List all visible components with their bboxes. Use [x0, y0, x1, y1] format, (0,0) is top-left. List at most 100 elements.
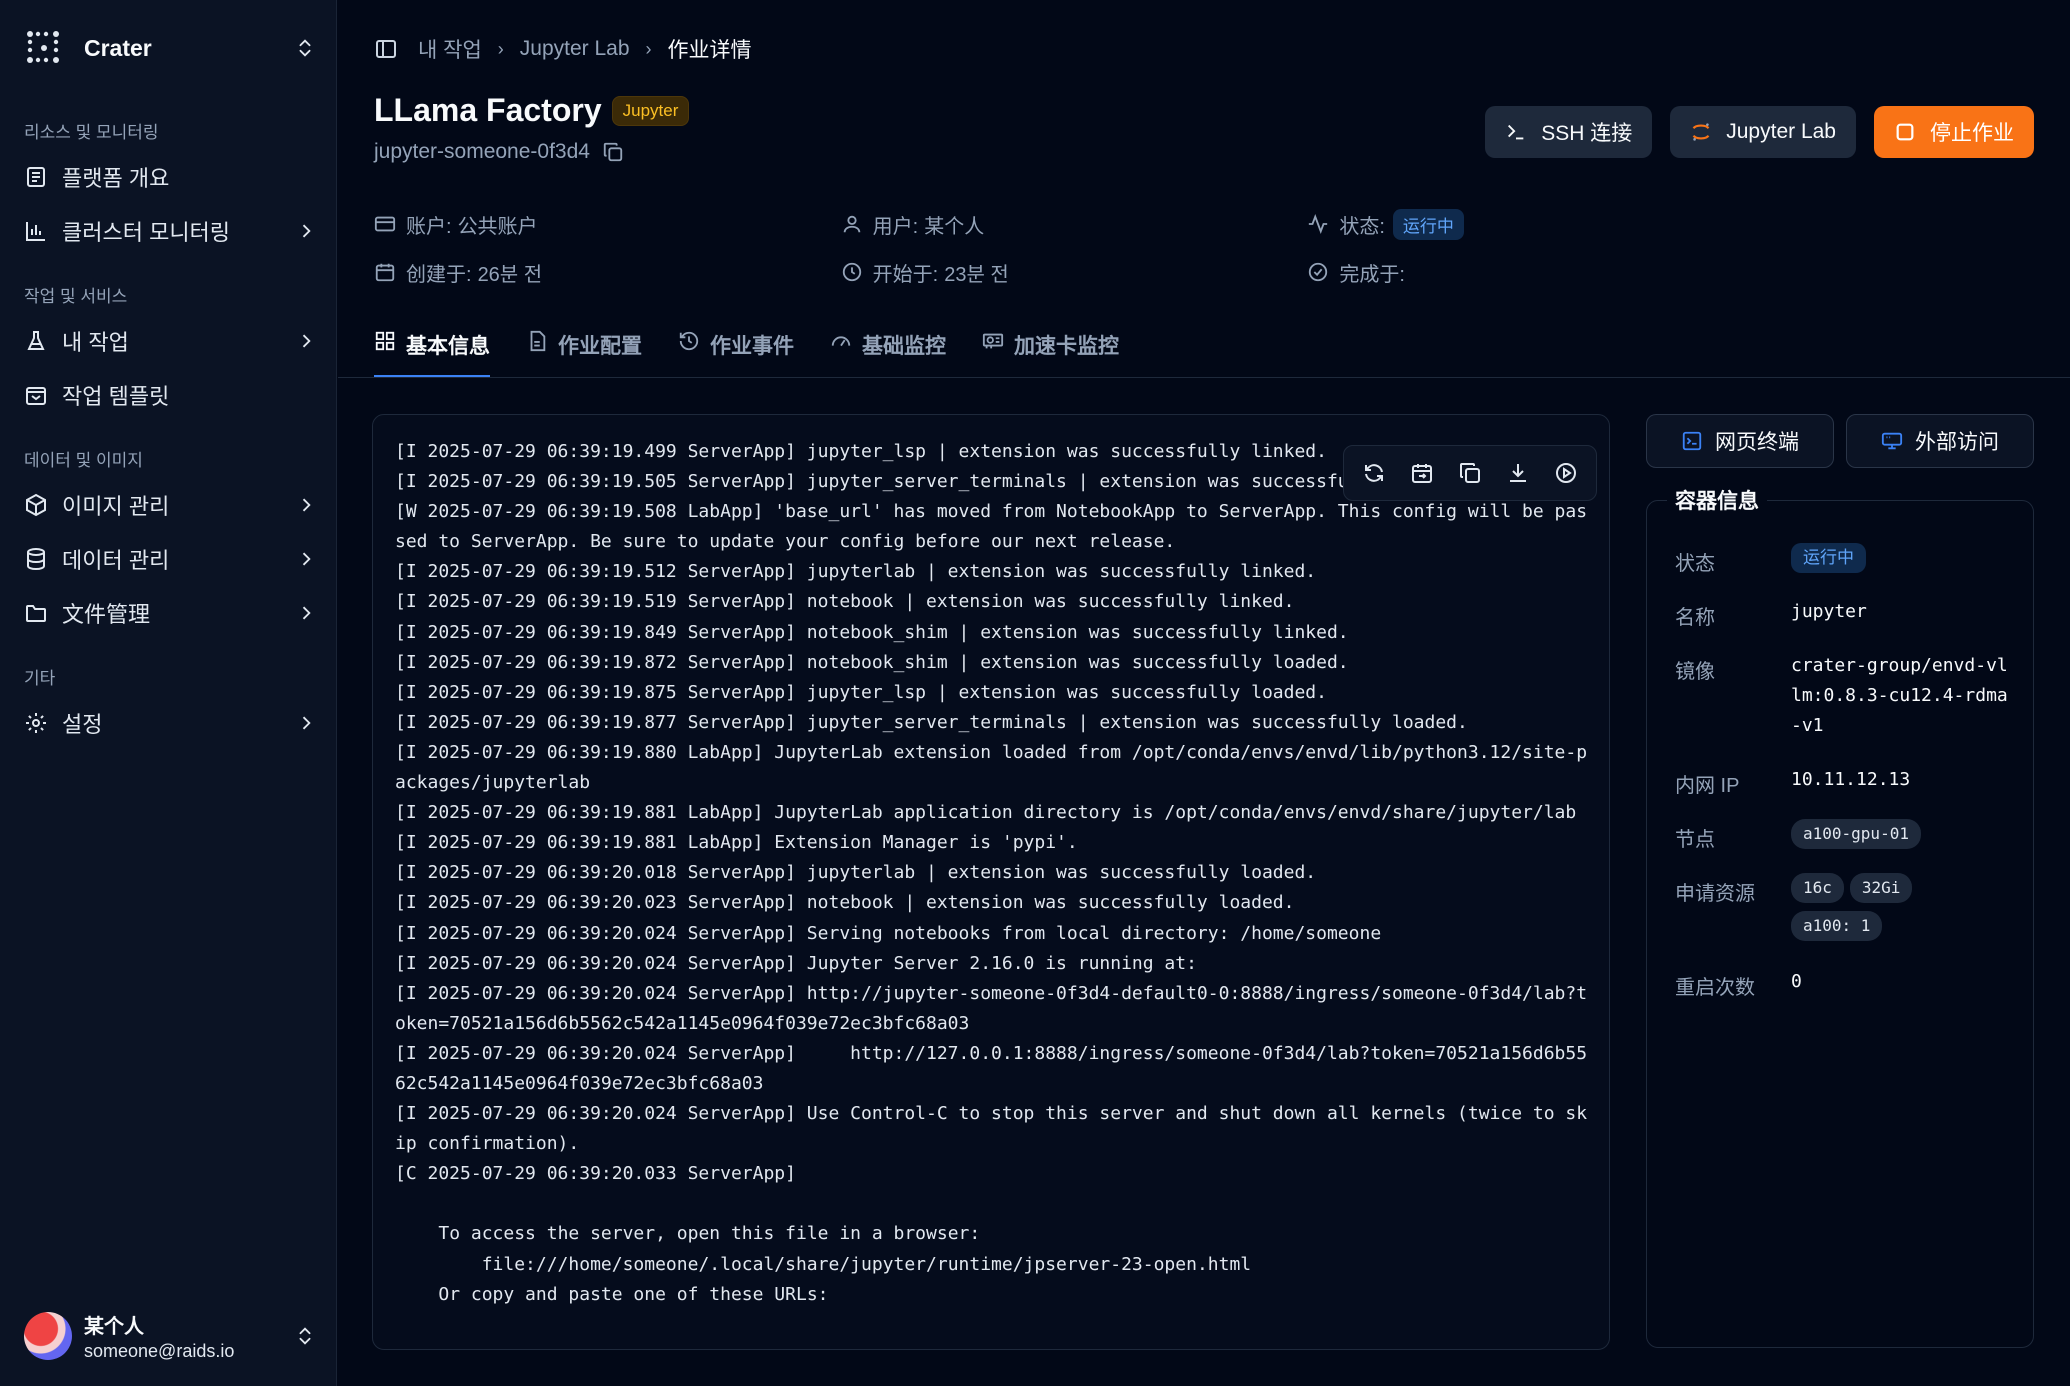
meta-user: 用户: 某个人 [841, 210, 1308, 239]
tab-basic-monitoring[interactable]: 基础监控 [830, 330, 946, 378]
sidebar-item-image-management[interactable]: 이미지 관리 [24, 478, 316, 532]
bar-chart-icon [26, 222, 45, 241]
chevron-right-icon [302, 552, 311, 566]
sidebar-item-my-jobs[interactable]: 내 작업 [24, 314, 316, 368]
ssh-connect-button[interactable]: SSH 连接 [1485, 106, 1653, 158]
database-icon [27, 548, 45, 571]
sidebar-item-label: 작업 템플릿 [62, 384, 170, 409]
sidebar-item-label: 이미지 관리 [62, 494, 170, 519]
container-info-title: 容器信息 [1667, 485, 1767, 515]
web-terminal-button[interactable]: 网页终端 [1646, 414, 1834, 468]
tab-job-events[interactable]: 作业事件 [678, 330, 794, 378]
meta-created-label: 创建于: [406, 263, 472, 286]
log-viewer[interactable]: [I 2025-07-29 06:39:19.499 ServerApp] ju… [372, 414, 1610, 1350]
meta-finished: 完成于: [1307, 258, 1774, 287]
container-node-row: 节点 a100-gpu-01 [1675, 819, 2015, 857]
user-icon [843, 215, 860, 233]
copy-icon[interactable] [602, 141, 624, 163]
sidebar-item-platform-overview[interactable]: 플랫폼 개요 [24, 150, 316, 204]
sidebar-item-file-management[interactable]: 文件管理 [24, 586, 316, 640]
sidebar-item-label: 설정 [62, 712, 103, 737]
gpu-card-icon [982, 333, 1004, 349]
container-restarts-row: 重启次数 0 [1675, 967, 2015, 1000]
group-title-jobs: 작업 및 서비스 [24, 287, 128, 306]
jupyter-lab-button[interactable]: Jupyter Lab [1670, 106, 1856, 158]
stop-square-icon [1896, 123, 1914, 141]
chevrons-up-down-icon [299, 1327, 311, 1345]
copy-icon[interactable] [1458, 461, 1482, 485]
container-ip-value: 10.11.12.13 [1791, 769, 1911, 790]
play-circle-icon[interactable] [1554, 461, 1578, 485]
status-badge: 运行中 [1791, 543, 1866, 573]
sidebar-item-label: 내 작업 [62, 330, 129, 355]
tab-basic-info[interactable]: 基本信息 [374, 330, 490, 378]
sidebar-item-job-templates[interactable]: 작업 템플릿 [24, 368, 316, 422]
log-content: [I 2025-07-29 06:39:19.499 ServerApp] ju… [395, 441, 1588, 1305]
brand-switcher[interactable]: Crater [24, 24, 316, 72]
tab-label: 加速卡监控 [1014, 335, 1119, 358]
sidebar-item-data-management[interactable]: 데이터 관리 [24, 532, 316, 586]
tab-label: 作业事件 [710, 335, 794, 358]
chevron-right-icon [302, 716, 311, 730]
container-restarts-value: 0 [1791, 971, 1802, 992]
credit-card-icon [374, 216, 396, 232]
node-chip[interactable]: a100-gpu-01 [1791, 819, 1921, 849]
package-icon [26, 493, 46, 517]
container-status-row: 状态 运行中 [1675, 543, 2015, 576]
meta-user-label: 用户: [872, 215, 919, 238]
sidebar-item-label: 데이터 관리 [62, 548, 170, 573]
container-resources-label: 申请资源 [1675, 883, 1755, 905]
meta-started-value: 23분 전 [944, 263, 1009, 286]
job-actions: SSH 连接 Jupyter Lab 停止作业 [1485, 106, 2034, 158]
web-terminal-label: 网页终端 [1715, 431, 1799, 454]
tab-label: 基本信息 [406, 335, 490, 358]
sidebar-item-label: 플랫폼 개요 [62, 166, 170, 191]
chevron-right-icon [302, 606, 311, 620]
breadcrumb-item-my-jobs[interactable]: 내 작업 [418, 34, 482, 64]
template-icon [26, 387, 46, 405]
external-access-button[interactable]: 外部访问 [1846, 414, 2034, 468]
job-meta: 账户: 公共账户 用户: 某个人 状态: 运行中 创建于: 26분 전 开始于:… [374, 200, 1774, 296]
status-badge: 运行中 [1392, 208, 1464, 240]
meta-status: 状态: 运行中 [1307, 208, 1774, 240]
meta-created: 创建于: 26분 전 [374, 258, 841, 287]
refresh-icon[interactable] [1362, 461, 1386, 485]
meta-started-label: 开始于: [872, 263, 939, 286]
terminal-square-icon [1682, 431, 1702, 451]
sidebar-toggle-icon[interactable] [374, 37, 398, 61]
user-name: 某个人 [84, 1316, 144, 1338]
breadcrumb-separator-icon: › [497, 38, 504, 59]
container-ip-label: 内网 IP [1675, 775, 1740, 797]
sidebar-item-settings[interactable]: 설정 [24, 696, 316, 750]
container-name-value: jupyter [1791, 601, 1867, 622]
sidebar-nav: 리소스 및 모니터링 플랫폼 개요 클러스터 모니터링 작업 및 서비스 내 작… [24, 108, 316, 750]
grid-icon [375, 331, 395, 351]
calendar-sync-icon[interactable] [1410, 461, 1434, 485]
container-image-value: crater-group/envd-vllm:0.8.3-cu12.4-rdma… [1791, 655, 2008, 736]
breadcrumb-item-jupyter-lab[interactable]: Jupyter Lab [520, 37, 630, 61]
sidebar-item-cluster-monitoring[interactable]: 클러스터 모니터링 [24, 204, 316, 258]
group-title-data: 데이터 및 이미지 [24, 451, 143, 470]
meta-account: 账户: 公共账户 [374, 210, 841, 239]
tab-job-config[interactable]: 作业配置 [526, 330, 642, 378]
meta-account-value: 公共账户 [457, 215, 538, 238]
container-resources-row: 申请资源 16c 32Gi a100: 1 [1675, 873, 2015, 949]
user-menu[interactable]: 某个人 someone@raids.io [24, 1308, 316, 1364]
check-circle-icon [1309, 262, 1328, 282]
calendar-icon [375, 263, 395, 282]
chevron-right-icon [302, 224, 311, 238]
terminal-icon [1508, 124, 1524, 140]
document-icon [27, 167, 45, 187]
job-id: jupyter-someone-0f3d4 [374, 140, 590, 163]
resource-chip-cpu: 16c [1791, 873, 1844, 903]
gear-icon [26, 713, 46, 733]
job-type-badge: Jupyter [611, 95, 690, 126]
sidebar-item-label: 文件管理 [62, 602, 151, 627]
download-icon[interactable] [1506, 461, 1530, 485]
stop-job-button[interactable]: 停止作业 [1874, 106, 2034, 158]
tab-accelerator-monitoring[interactable]: 加速卡监控 [982, 330, 1119, 378]
container-status-label: 状态 [1675, 553, 1715, 575]
jupyter-icon [1692, 123, 1710, 141]
tabs-divider [338, 377, 2070, 378]
breadcrumb-item-current: 作业详情 [667, 39, 752, 62]
